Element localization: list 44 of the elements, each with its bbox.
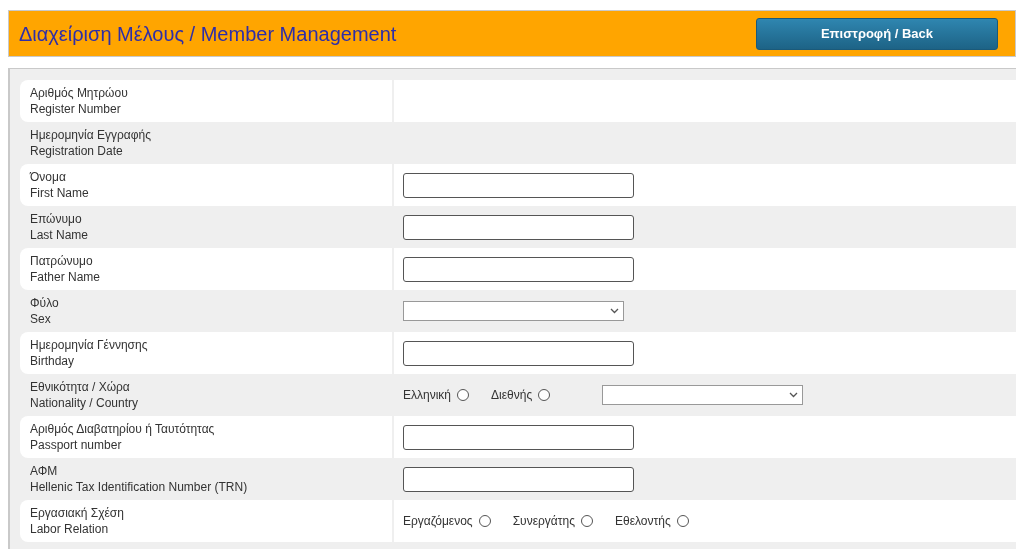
- field-label: Αριθμός Διαβατηρίου ή Ταυτότητας: [30, 421, 216, 437]
- dropdown[interactable]: [403, 301, 624, 321]
- page-title: Διαχείριση Μέλους / Member Management: [19, 21, 397, 47]
- dropdown[interactable]: [602, 385, 804, 405]
- input-field[interactable]: [403, 256, 634, 282]
- input-field[interactable]: [403, 466, 634, 492]
- radio-label: Διεθνής: [491, 387, 533, 404]
- radio-label: Ελληνική: [403, 387, 452, 404]
- radio-button[interactable]: [457, 389, 470, 401]
- field-label: Εθνικότητα / Χώρα: [30, 379, 131, 395]
- radio-label: Συνεργάτης: [512, 513, 575, 530]
- radio-label: Εθελοντής: [614, 513, 671, 530]
- field-label: Εργασιακή Σχέση: [30, 505, 125, 521]
- radio-button[interactable]: [538, 389, 551, 401]
- field-label: Register Number: [30, 101, 122, 117]
- input-field[interactable]: [403, 172, 634, 198]
- radio-button[interactable]: [580, 515, 593, 527]
- field-label: Registration Date: [30, 143, 124, 159]
- field-label: Αριθμός Μητρώου: [30, 85, 129, 101]
- input-field[interactable]: [403, 340, 634, 366]
- radio-label: Εργαζόμενος: [403, 513, 473, 530]
- field-label: Last Name: [30, 227, 90, 243]
- field-label: Birthday: [30, 353, 76, 369]
- chevron-down-icon: [789, 392, 799, 398]
- field-label: Φύλο: [30, 295, 60, 311]
- field-label: Father Name: [30, 269, 102, 285]
- field-label: Επώνυμο: [30, 211, 83, 227]
- field-label: First Name: [30, 185, 90, 201]
- chevron-down-icon: [610, 308, 619, 314]
- field-label: Ημερομηνία Γέννησης: [30, 337, 149, 353]
- field-label: Ημερομηνία Εγγραφής: [30, 127, 152, 143]
- field-label: Όνομα: [30, 169, 67, 185]
- field-label: Nationality / Country: [30, 395, 140, 411]
- back-button[interactable]: Επιστροφή / Back: [756, 17, 998, 50]
- radio-button[interactable]: [676, 515, 689, 527]
- field-label: Labor Relation: [30, 521, 110, 537]
- radio-button[interactable]: [478, 515, 491, 527]
- field-label: Πατρώνυμο: [30, 253, 94, 269]
- field-label: Hellenic Tax Identification Number (TRN): [30, 479, 249, 495]
- field-label: Passport number: [30, 437, 123, 453]
- input-field[interactable]: [403, 424, 634, 450]
- field-label: Sex: [30, 311, 52, 327]
- input-field[interactable]: [403, 214, 634, 240]
- field-label: ΑΦΜ: [30, 463, 59, 479]
